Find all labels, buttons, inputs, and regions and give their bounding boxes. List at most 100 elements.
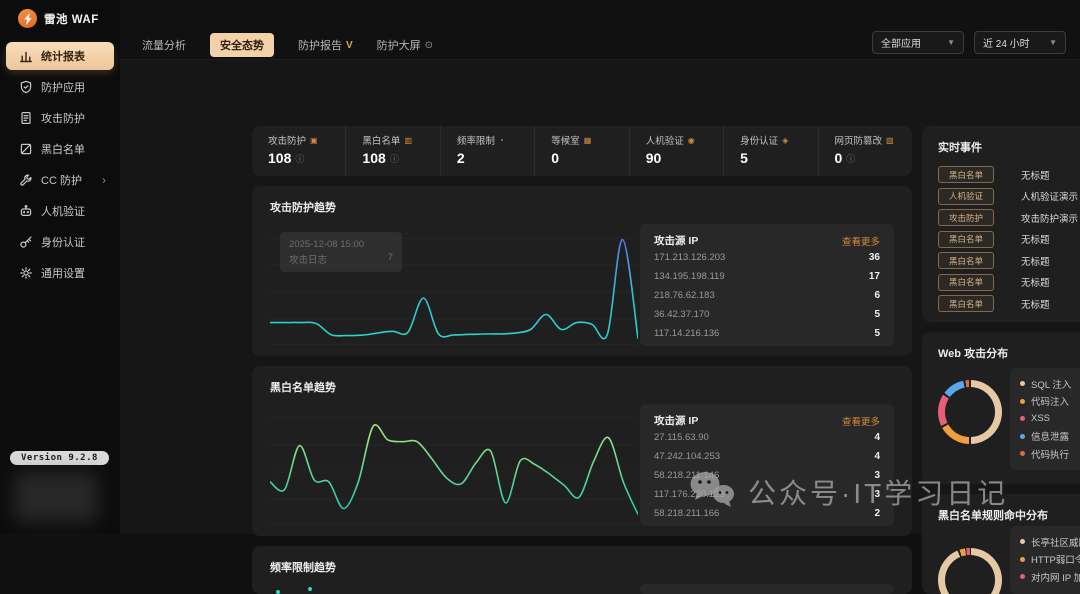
event-title: 无标题 bbox=[1021, 232, 1080, 246]
stat-value: 0 bbox=[835, 150, 843, 166]
source-count: 6 bbox=[874, 290, 880, 301]
stat-item: 身份认证◈5 bbox=[723, 126, 817, 176]
source-ip: 58.218.211.146 bbox=[654, 470, 719, 481]
filter-select-1[interactable]: 近 24 小时▼ bbox=[974, 31, 1066, 54]
info-icon[interactable]: ⓘ bbox=[295, 152, 304, 165]
sidebar-item-1[interactable]: 防护应用 bbox=[6, 73, 114, 101]
source-count: 5 bbox=[874, 309, 880, 320]
legend-dot bbox=[1020, 434, 1025, 439]
stats-summary-card: 攻击防护▣108ⓘ黑白名单▥108ⓘ频率限制◔2等候室▦0人机验证◉90身份认证… bbox=[252, 126, 912, 176]
event-row: 攻击防护攻击防护演示（勿动）14:10:51 bbox=[938, 207, 1080, 229]
legend-dot bbox=[1020, 416, 1025, 421]
legend-row: XSS18 bbox=[1020, 410, 1080, 428]
stat-value: 90 bbox=[646, 150, 662, 166]
tab-3[interactable]: 防护大屏⊙ bbox=[377, 37, 433, 53]
source-ip-row: 58.218.211.1662 bbox=[654, 504, 880, 523]
card-title: 黑白名单规则命中分布 bbox=[938, 507, 1048, 523]
source-count: 17 bbox=[869, 271, 880, 282]
tab-1[interactable]: 安全态势 bbox=[210, 33, 274, 57]
sidebar-item-4[interactable]: CC 防护› bbox=[6, 166, 114, 194]
events-list: 黑白名单无标题14:22:41人机验证人机验证演示（勿动）14:11:56攻击防… bbox=[922, 164, 1080, 315]
web-attack-distribution-card: Web 攻击分布 SQL 注入52代码注入18XSS18信息泄露13代码执行3 bbox=[922, 332, 1080, 484]
document-icon bbox=[19, 111, 33, 125]
view-more-link[interactable]: 查看更多 bbox=[842, 414, 880, 428]
stat-item: 网页防篡改▧ 0ⓘ bbox=[818, 126, 912, 176]
source-ip: 218.76.62.183 bbox=[654, 290, 715, 301]
legend-dot bbox=[1020, 539, 1025, 544]
stat-value: 108 bbox=[362, 150, 385, 166]
card-title: 攻击防护趋势 bbox=[270, 199, 336, 215]
stat-item: 黑白名单▥108ⓘ bbox=[345, 126, 439, 176]
source-ip: 27.115.63.90 bbox=[654, 432, 709, 443]
attack-source-panel: 攻击源 IP 查看更多 27.115.63.90447.242.104.2534… bbox=[640, 404, 894, 526]
event-type-badge: 黑白名单 bbox=[938, 252, 994, 269]
blacklist-rule-legend: 长亭社区威胁 IP 情报黑名单96HTTP弱口令4对内网 IP 加白2 bbox=[1010, 526, 1080, 594]
version-badge: Version 9.2.8 bbox=[10, 451, 109, 465]
tab-badge-icon: ⊙ bbox=[425, 40, 433, 51]
source-count: 4 bbox=[874, 432, 880, 443]
tab-0[interactable]: 流量分析 bbox=[142, 37, 186, 53]
stat-value: 0 bbox=[551, 150, 559, 166]
filter-select-0[interactable]: 全部应用▼ bbox=[872, 31, 964, 54]
legend-row: 对内网 IP 加白2 bbox=[1020, 568, 1080, 586]
source-ip: 36.42.37.170 bbox=[654, 309, 709, 320]
legend-label: SQL 注入 bbox=[1031, 377, 1080, 391]
source-ip-row: 58.218.211.1463 bbox=[654, 466, 880, 485]
app-logo: 雷池 WAF bbox=[0, 0, 120, 28]
attack-source-panel bbox=[640, 584, 894, 594]
stat-item: 攻击防护▣108ⓘ bbox=[252, 126, 345, 176]
legend-dot bbox=[1020, 451, 1025, 456]
sidebar-item-5[interactable]: 人机验证 bbox=[6, 197, 114, 225]
stat-value: 108 bbox=[268, 150, 291, 166]
event-row: 黑白名单无标题14:09:42 bbox=[938, 229, 1080, 251]
sidebar-item-label: 防护应用 bbox=[41, 79, 85, 95]
gear-icon bbox=[19, 266, 33, 280]
view-more-link[interactable]: 查看更多 bbox=[842, 234, 880, 248]
source-ip-list: 171.213.126.20336134.195.198.11917218.76… bbox=[654, 248, 880, 343]
key-mini-icon: ◈ bbox=[782, 136, 788, 145]
legend-dot bbox=[1020, 399, 1025, 404]
event-type-badge: 黑白名单 bbox=[938, 274, 994, 291]
source-ip-row: 36.42.37.170 5 bbox=[654, 305, 880, 324]
source-count: 4 bbox=[874, 451, 880, 462]
legend-label: 信息泄露 bbox=[1031, 429, 1080, 443]
sidebar-item-label: 黑白名单 bbox=[41, 141, 85, 157]
sidebar-item-6[interactable]: 身份认证 bbox=[6, 228, 114, 256]
sidebar-item-3[interactable]: 黑白名单 bbox=[6, 135, 114, 163]
sidebar-item-0[interactable]: 统计报表 bbox=[6, 42, 114, 70]
legend-label: 长亭社区威胁 IP 情报黑名单 bbox=[1031, 535, 1080, 549]
main-content: 攻击防护▣108ⓘ黑白名单▥108ⓘ频率限制◔2等候室▦0人机验证◉90身份认证… bbox=[120, 60, 1080, 534]
wrench-icon bbox=[19, 173, 33, 187]
legend-label: 代码注入 bbox=[1031, 394, 1080, 408]
stat-label: 攻击防护 bbox=[268, 133, 306, 147]
source-ip: 117.176.220.123 bbox=[654, 489, 725, 500]
stat-value: 2 bbox=[457, 150, 465, 166]
sidebar-item-2[interactable]: 攻击防护 bbox=[6, 104, 114, 132]
stat-label: 等候室 bbox=[551, 133, 580, 147]
event-title: 无标题 bbox=[1021, 254, 1080, 268]
sidebar-item-label: 身份认证 bbox=[41, 234, 85, 250]
sidebar-item-label: 人机验证 bbox=[41, 203, 85, 219]
tab-label: 防护报告 bbox=[298, 37, 342, 53]
header-filters: 全部应用▼ 近 24 小时▼ bbox=[872, 31, 1066, 54]
realtime-events-card: 实时事件 黑白名单无标题14:22:41人机验证人机验证演示（勿动）14:11:… bbox=[922, 126, 1080, 322]
source-count: 5 bbox=[874, 328, 880, 339]
info-icon[interactable]: ⓘ bbox=[846, 152, 855, 165]
source-ip: 171.213.126.203 bbox=[654, 252, 725, 263]
sidebar-item-7[interactable]: 通用设置 bbox=[6, 259, 114, 287]
event-title: 无标题 bbox=[1021, 275, 1080, 289]
sidebar-item-label: CC 防护 bbox=[41, 172, 82, 188]
info-icon[interactable]: ⓘ bbox=[390, 152, 399, 165]
redacted-blur bbox=[14, 472, 98, 522]
legend-row: 长亭社区威胁 IP 情报黑名单96 bbox=[1020, 533, 1080, 551]
page-mini-icon: ▧ bbox=[886, 136, 894, 145]
blacklist-rule-distribution-card: 黑白名单规则命中分布 长亭社区威胁 IP 情报黑名单96HTTP弱口令4对内网 … bbox=[922, 494, 1080, 594]
stat-label: 黑白名单 bbox=[362, 133, 400, 147]
source-ip-row: 27.115.63.90 4 bbox=[654, 428, 880, 447]
stat-label: 频率限制 bbox=[457, 133, 495, 147]
event-title: 攻击防护演示（勿动） bbox=[1021, 211, 1080, 225]
tab-2[interactable]: 防护报告V bbox=[298, 37, 353, 53]
source-count: 2 bbox=[874, 508, 880, 519]
source-ip-list: 27.115.63.90447.242.104.253458.218.211.1… bbox=[654, 428, 880, 523]
stat-label: 网页防篡改 bbox=[835, 133, 883, 147]
